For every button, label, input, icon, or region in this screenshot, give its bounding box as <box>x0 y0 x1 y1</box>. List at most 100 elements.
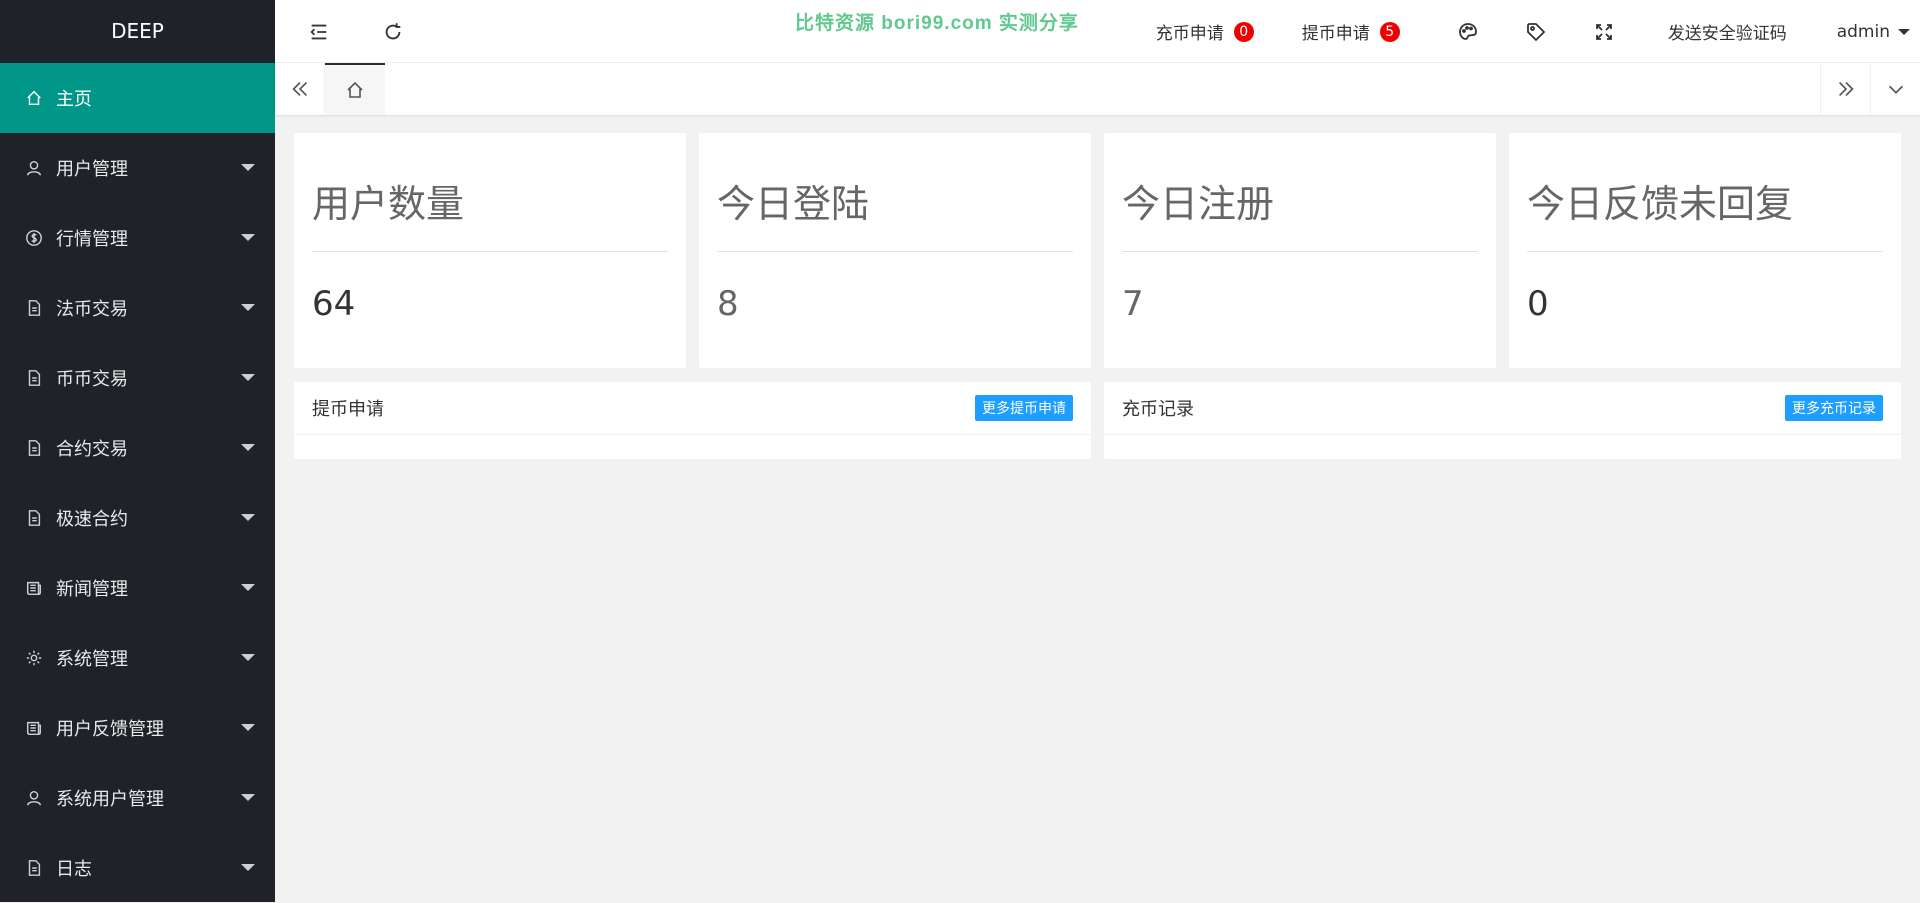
file-icon <box>24 368 44 388</box>
sidebar-item-system-user-management[interactable]: 系统用户管理 <box>0 763 275 833</box>
sidebar-item-label: 日志 <box>56 855 92 881</box>
sidebar-item-label: 合约交易 <box>56 435 128 461</box>
file-icon <box>24 438 44 458</box>
stat-title: 用户数量 <box>312 173 668 223</box>
sidebar-item-label: 新闻管理 <box>56 575 128 601</box>
sidebar-item-user-management[interactable]: 用户管理 <box>0 133 275 203</box>
withdraw-count-badge: 5 <box>1380 22 1400 42</box>
admin-user-menu[interactable]: admin <box>1811 0 1920 63</box>
header-tools: 充币申请 0 提币申请 5 发送安全验证码 admin <box>1138 0 1920 63</box>
sidebar-item-label: 行情管理 <box>56 225 128 251</box>
chevron-down-icon <box>241 514 255 521</box>
sidebar: DEEP 主页 用户管理 行情管理 法币交易 币币交易 合约交易 极速合约 新闻… <box>0 0 275 902</box>
withdraw-request-label: 提币申请 <box>1302 19 1370 44</box>
stat-value: 64 <box>312 284 668 324</box>
chevron-down-icon <box>241 164 255 171</box>
sidebar-item-label: 极速合约 <box>56 505 128 531</box>
stat-value: 7 <box>1122 284 1478 324</box>
user-icon <box>24 158 44 178</box>
tab-scroll-left-button[interactable] <box>275 63 325 115</box>
tab-scroll-right-button[interactable] <box>1820 63 1870 115</box>
stat-title: 今日注册 <box>1122 173 1478 223</box>
chevron-down-icon <box>241 374 255 381</box>
stat-card-user-count: 用户数量 64 <box>294 133 686 368</box>
sidebar-item-feedback-management[interactable]: 用户反馈管理 <box>0 693 275 763</box>
chevron-down-icon <box>1885 78 1907 100</box>
sidebar-item-fast-contract[interactable]: 极速合约 <box>0 483 275 553</box>
top-header: 比特资源 bori99.com 实测分享 充币申请 0 提币申请 5 发送安全验… <box>275 0 1920 63</box>
refresh-button[interactable] <box>365 0 421 63</box>
sidebar-item-system-management[interactable]: 系统管理 <box>0 623 275 693</box>
file-icon <box>24 858 44 878</box>
panel-title: 充币记录 <box>1122 395 1194 421</box>
stat-card-today-register: 今日注册 7 <box>1104 133 1496 368</box>
sidebar-item-label: 用户管理 <box>56 155 128 181</box>
theme-button[interactable] <box>1418 0 1502 63</box>
sidebar-item-logs[interactable]: 日志 <box>0 833 275 903</box>
send-security-code-button[interactable]: 发送安全验证码 <box>1638 0 1811 63</box>
sidebar-item-label: 用户反馈管理 <box>56 715 164 741</box>
fullscreen-icon <box>1594 22 1614 42</box>
admin-username: admin <box>1837 22 1890 42</box>
gear-icon <box>24 648 44 668</box>
sidebar-item-home[interactable]: 主页 <box>0 63 275 133</box>
stat-card-today-login: 今日登陆 8 <box>699 133 1091 368</box>
brand-logo: DEEP <box>0 0 275 63</box>
deposit-count-badge: 0 <box>1234 22 1254 42</box>
chevron-down-icon <box>241 794 255 801</box>
news-icon <box>24 578 44 598</box>
sidebar-item-label: 系统用户管理 <box>56 785 164 811</box>
chevron-down-icon <box>241 724 255 731</box>
watermark-text: 比特资源 bori99.com 实测分享 <box>795 8 1079 35</box>
sidebar-item-label: 法币交易 <box>56 295 128 321</box>
double-chevron-left-icon <box>289 78 311 100</box>
send-security-code-label: 发送安全验证码 <box>1668 19 1787 44</box>
panel-title: 提币申请 <box>312 395 384 421</box>
sidebar-item-contract-trading[interactable]: 合约交易 <box>0 413 275 483</box>
chevron-down-icon <box>241 654 255 661</box>
stat-title: 今日反馈未回复 <box>1527 173 1883 223</box>
deposit-request-label: 充币申请 <box>1156 19 1224 44</box>
sidebar-item-fiat-trading[interactable]: 法币交易 <box>0 273 275 343</box>
stat-card-unreplied-feedback: 今日反馈未回复 0 <box>1509 133 1901 368</box>
divider <box>1122 251 1478 252</box>
double-chevron-right-icon <box>1835 78 1857 100</box>
deposit-record-panel: 充币记录 更多充币记录 <box>1104 382 1901 459</box>
sidebar-item-news-management[interactable]: 新闻管理 <box>0 553 275 623</box>
menu-toggle-button[interactable] <box>291 0 347 63</box>
main-content: 用户数量 64 今日登陆 8 今日注册 7 今日反馈未回复 0 提币申请 更多提… <box>275 115 1920 902</box>
chevron-down-icon <box>241 864 255 871</box>
fullscreen-button[interactable] <box>1570 0 1638 63</box>
refresh-icon <box>382 21 404 43</box>
file-icon <box>24 298 44 318</box>
home-icon <box>24 88 44 108</box>
panel-header: 提币申请 更多提币申请 <box>294 382 1091 435</box>
chevron-down-icon <box>1898 29 1910 35</box>
file-icon <box>24 508 44 528</box>
divider <box>717 251 1073 252</box>
withdraw-request-link[interactable]: 提币申请 5 <box>1272 0 1418 63</box>
chevron-down-icon <box>241 444 255 451</box>
chevron-down-icon <box>241 234 255 241</box>
home-icon <box>345 80 365 100</box>
tab-options-button[interactable] <box>1870 63 1920 115</box>
more-deposit-records-button[interactable]: 更多充币记录 <box>1785 395 1883 421</box>
deposit-request-link[interactable]: 充币申请 0 <box>1138 0 1272 63</box>
tab-home[interactable] <box>325 63 385 115</box>
stat-value: 8 <box>717 284 1073 324</box>
sidebar-item-label: 系统管理 <box>56 645 128 671</box>
chevron-down-icon <box>241 584 255 591</box>
sidebar-item-coin-trading[interactable]: 币币交易 <box>0 343 275 413</box>
tag-button[interactable] <box>1502 0 1570 63</box>
more-withdraw-requests-button[interactable]: 更多提币申请 <box>975 395 1073 421</box>
sidebar-item-market-management[interactable]: 行情管理 <box>0 203 275 273</box>
dollar-icon <box>24 228 44 248</box>
menu-fold-icon <box>308 21 330 43</box>
tab-bar <box>275 63 1920 115</box>
stat-title: 今日登陆 <box>717 173 1073 223</box>
panel-header: 充币记录 更多充币记录 <box>1104 382 1901 435</box>
tag-icon <box>1526 22 1546 42</box>
user-icon <box>24 788 44 808</box>
news-icon <box>24 718 44 738</box>
stat-value: 0 <box>1527 284 1883 324</box>
